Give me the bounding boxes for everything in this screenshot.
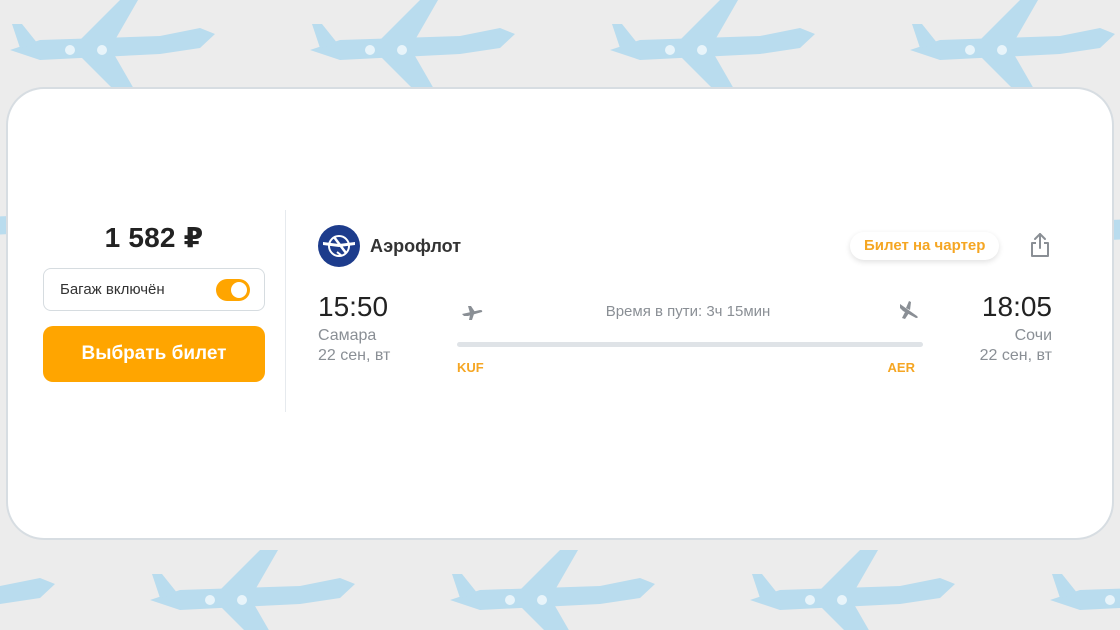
departure-iata: KUF: [457, 360, 484, 375]
toggle-knob: [231, 282, 247, 298]
baggage-option[interactable]: Багаж включён: [43, 268, 265, 311]
ticket-price: 1 582 ₽: [104, 222, 204, 253]
arrival-iata: AER: [887, 360, 915, 375]
baggage-label: Багаж включён: [60, 281, 165, 298]
arrival-date: 22 сен, вт: [979, 347, 1052, 364]
select-ticket-button[interactable]: Выбрать билет: [43, 326, 265, 382]
divider: [285, 210, 286, 412]
share-icon[interactable]: [1029, 232, 1051, 258]
flight-ticket-card[interactable]: 1 582 ₽ Багаж включён Выбрать билет Аэро…: [8, 89, 1112, 538]
airline-name: Аэрофлот: [370, 236, 462, 256]
arrival-time: 18:05: [981, 291, 1052, 322]
route-line: [457, 342, 923, 347]
arrival-city: Сочи: [1014, 327, 1052, 344]
landing-icon: [900, 301, 918, 319]
flight-duration: Время в пути: 3ч 15мин: [605, 303, 771, 320]
departure-time: 15:50: [318, 291, 389, 322]
charter-ticket-badge: Билет на чартер: [850, 232, 1000, 260]
aeroflot-logo-icon: [318, 225, 360, 267]
takeoff-icon: [462, 306, 483, 320]
baggage-toggle[interactable]: [216, 279, 250, 301]
departure-city: Самара: [318, 327, 377, 344]
departure-date: 22 сен, вт: [318, 347, 391, 364]
